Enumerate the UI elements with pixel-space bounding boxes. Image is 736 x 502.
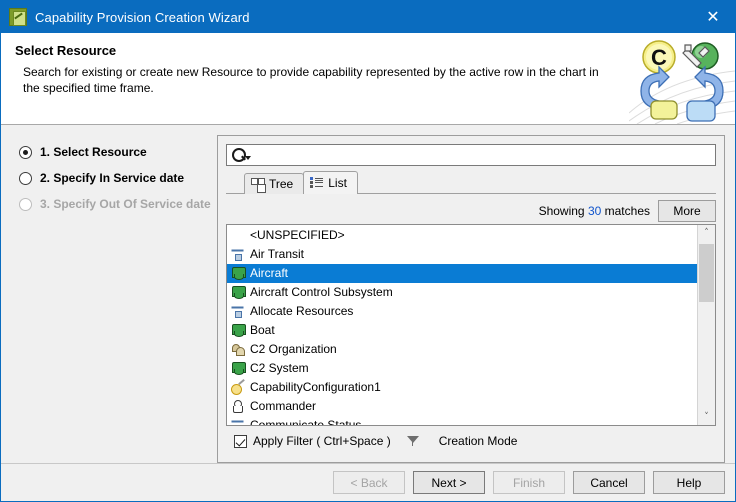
more-button[interactable]: More bbox=[658, 200, 716, 222]
list-item[interactable]: Communicate Status bbox=[227, 416, 697, 425]
results-summary-row: Showing 30 matches More bbox=[226, 198, 716, 224]
help-button[interactable]: Help bbox=[653, 471, 725, 494]
radio-icon[interactable] bbox=[19, 172, 32, 185]
radio-icon[interactable] bbox=[19, 146, 32, 159]
resource-shield-icon bbox=[230, 284, 246, 300]
search-input[interactable] bbox=[251, 146, 711, 164]
creation-mode-label[interactable]: Creation Mode bbox=[439, 434, 518, 448]
list-item[interactable]: Boat bbox=[227, 321, 697, 340]
back-button: < Back bbox=[333, 471, 405, 494]
activity-icon bbox=[230, 303, 246, 319]
organization-icon bbox=[230, 341, 246, 357]
resource-shield-icon bbox=[230, 360, 246, 376]
wizard-body: 1. Select Resource 2. Specify In Service… bbox=[1, 125, 735, 463]
list-item-label: Communicate Status bbox=[250, 418, 361, 425]
list-item[interactable]: <UNSPECIFIED> bbox=[227, 226, 697, 245]
page-title: Select Resource bbox=[15, 43, 615, 58]
match-count: 30 bbox=[588, 204, 601, 218]
app-icon bbox=[9, 8, 27, 26]
cancel-button[interactable]: Cancel bbox=[573, 471, 645, 494]
list-item-label: Allocate Resources bbox=[250, 304, 353, 318]
window-title: Capability Provision Creation Wizard bbox=[35, 10, 250, 25]
capability-configuration-icon bbox=[230, 379, 246, 395]
resource-list-items: <UNSPECIFIED> Air Transit Aircraft Aircraft… bbox=[227, 225, 697, 425]
list-item-label: CapabilityConfiguration1 bbox=[250, 380, 381, 394]
resource-selection-panel: Tree List Showing 30 matches More <UNSPE… bbox=[217, 135, 725, 463]
list-item[interactable]: Allocate Resources bbox=[227, 302, 697, 321]
list-item[interactable]: Commander bbox=[227, 397, 697, 416]
list-item[interactable]: CapabilityConfiguration1 bbox=[227, 378, 697, 397]
resource-shield-icon bbox=[230, 265, 246, 281]
wizard-steps: 1. Select Resource 2. Specify In Service… bbox=[11, 135, 213, 463]
list-item[interactable]: C2 Organization bbox=[227, 340, 697, 359]
filter-row: Apply Filter ( Ctrl+Space ) Creation Mod… bbox=[226, 426, 716, 456]
list-item-label: Aircraft Control Subsystem bbox=[250, 285, 393, 299]
list-item-label: Air Transit bbox=[250, 247, 304, 261]
showing-prefix: Showing bbox=[539, 204, 585, 218]
step-label: 1. Select Resource bbox=[40, 145, 147, 159]
step-specify-out-of-service-date: 3. Specify Out Of Service date bbox=[19, 191, 213, 217]
list-item[interactable]: C2 System bbox=[227, 359, 697, 378]
wizard-header: Select Resource Search for existing or c… bbox=[1, 33, 735, 125]
wizard-footer: < Back Next > Finish Cancel Help bbox=[1, 463, 735, 501]
none bbox=[230, 227, 246, 243]
scroll-down-icon[interactable]: ˅ bbox=[698, 408, 715, 425]
step-label: 3. Specify Out Of Service date bbox=[40, 197, 211, 211]
list-item-label: Boat bbox=[250, 323, 275, 337]
resource-list[interactable]: <UNSPECIFIED> Air Transit Aircraft Aircraft… bbox=[226, 224, 716, 426]
tab-label: List bbox=[328, 176, 347, 190]
step-specify-in-service-date[interactable]: 2. Specify In Service date bbox=[19, 165, 213, 191]
list-item[interactable]: Air Transit bbox=[227, 245, 697, 264]
tab-tree[interactable]: Tree bbox=[244, 173, 304, 194]
close-icon[interactable]: ✕ bbox=[691, 1, 735, 33]
list-item-label: C2 System bbox=[250, 361, 309, 375]
funnel-icon[interactable] bbox=[405, 433, 421, 449]
apply-filter-checkbox[interactable] bbox=[234, 435, 247, 448]
capability-provision-art-icon: C bbox=[629, 33, 735, 124]
scrollbar-track[interactable] bbox=[698, 242, 715, 408]
search-icon[interactable] bbox=[231, 147, 247, 163]
tree-icon bbox=[251, 177, 265, 191]
list-icon bbox=[310, 176, 324, 190]
scrollbar-thumb[interactable] bbox=[699, 244, 714, 302]
radio-icon bbox=[19, 198, 32, 211]
title-bar: Capability Provision Creation Wizard ✕ bbox=[1, 1, 735, 33]
search-box[interactable] bbox=[226, 144, 716, 166]
resource-shield-icon bbox=[230, 322, 246, 338]
showing-suffix: matches bbox=[605, 204, 650, 218]
tab-label: Tree bbox=[269, 177, 293, 191]
next-button[interactable]: Next > bbox=[413, 471, 485, 494]
activity-icon bbox=[230, 417, 246, 425]
list-item-label: C2 Organization bbox=[250, 342, 337, 356]
vertical-scrollbar[interactable]: ˄ ˅ bbox=[697, 225, 715, 425]
finish-button: Finish bbox=[493, 471, 565, 494]
scroll-up-icon[interactable]: ˄ bbox=[698, 225, 715, 242]
step-select-resource[interactable]: 1. Select Resource bbox=[19, 139, 213, 165]
list-item[interactable]: Aircraft bbox=[227, 264, 697, 283]
search-row bbox=[226, 144, 716, 166]
apply-filter-label: Apply Filter ( Ctrl+Space ) bbox=[253, 434, 391, 448]
actor-icon bbox=[230, 398, 246, 414]
view-tabs: Tree List bbox=[226, 171, 716, 194]
tab-list[interactable]: List bbox=[303, 171, 358, 194]
list-item[interactable]: Aircraft Control Subsystem bbox=[227, 283, 697, 302]
step-label: 2. Specify In Service date bbox=[40, 171, 184, 185]
activity-icon bbox=[230, 246, 246, 262]
list-item-label: <UNSPECIFIED> bbox=[250, 228, 345, 242]
showing-matches-text: Showing 30 matches bbox=[539, 204, 650, 218]
wizard-window: Capability Provision Creation Wizard ✕ S… bbox=[0, 0, 736, 502]
list-item-label: Aircraft bbox=[250, 266, 288, 280]
page-description: Search for existing or create new Resour… bbox=[23, 64, 613, 96]
list-item-label: Commander bbox=[250, 399, 316, 413]
